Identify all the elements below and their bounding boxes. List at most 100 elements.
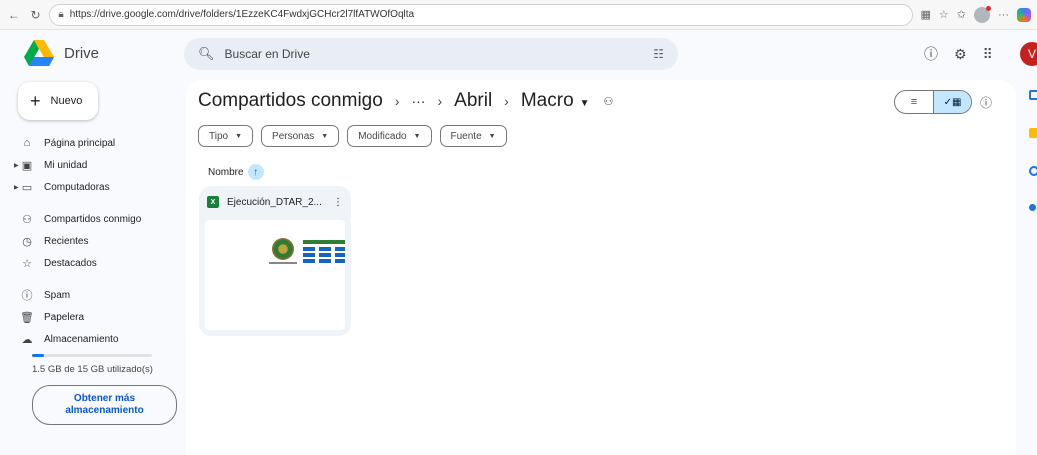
thumbnail-cell [335, 259, 345, 263]
arrow-up-icon[interactable]: ↑ [247, 164, 264, 180]
chevron-right-icon: › [504, 93, 509, 109]
search-bar[interactable]: 🔍︎ Buscar en Drive ☷ [184, 38, 678, 70]
file-name: Ejecución_DTAR_2... [227, 196, 322, 208]
sidebar-item-label: Página principal [44, 137, 116, 149]
breadcrumb-current[interactable]: Macro ▼ [521, 90, 590, 112]
filter-chips: Tipo ▼ Personas ▼ Modificado ▼ Fuente ▼ [198, 125, 507, 147]
breadcrumb-root[interactable]: Compartidos conmigo [198, 90, 383, 112]
sidebar-item-recent[interactable]: ◷ Recientes [20, 230, 180, 252]
clock-icon: ◷ [22, 235, 32, 248]
sidebar-item-starred[interactable]: ☆ Destacados [20, 252, 180, 274]
sidebar-item-label: Papelera [44, 311, 85, 323]
trash-icon: 🗑︎ [20, 311, 34, 324]
breadcrumb-current-label: Macro [520, 90, 574, 111]
more-vert-icon[interactable]: ⋮ [333, 197, 343, 208]
home-icon: ⌂ [23, 137, 31, 149]
sidebar-item-trash[interactable]: 🗑︎ Papelera [20, 306, 180, 328]
storage-usage-fill [32, 354, 44, 357]
thumbnail-cell [303, 247, 315, 251]
expand-arrow-icon[interactable]: ▶ [14, 184, 19, 191]
chip-label: Personas [272, 130, 315, 142]
user-avatar[interactable]: V [1020, 42, 1037, 66]
chip-label: Fuente [450, 130, 482, 142]
new-button[interactable]: + Nuevo [18, 82, 98, 120]
sidebar-item-label: Recientes [44, 235, 89, 247]
sidebar-item-label: Computadoras [44, 181, 110, 193]
search-options-icon[interactable]: ☷ [653, 47, 664, 61]
settings-gear-icon[interactable]: ⚙ [954, 46, 967, 63]
search-icon[interactable]: 🔍︎ [198, 46, 215, 62]
sidebar-nav: ⌂ Página principal ▶ ▣ Mi unidad ▶ ▭ Com… [14, 132, 180, 350]
file-card[interactable]: X Ejecución_DTAR_2... ⋮ [199, 186, 351, 336]
thumbnail-cell [335, 253, 345, 257]
chip-label: Modificado [358, 130, 407, 142]
sidebar-item-computers[interactable]: ▶ ▭ Computadoras [14, 176, 180, 198]
help-icon[interactable]: ⓘ [924, 44, 938, 64]
sidebar-item-my-drive[interactable]: ▶ ▣ Mi unidad [14, 154, 180, 176]
sidebar-item-storage[interactable]: ☁ Almacenamiento [20, 328, 180, 350]
grid-view-button[interactable]: ✓▦ [933, 91, 971, 113]
storage-usage-text: 1.5 GB de 15 GB utilizado(s) [32, 364, 153, 375]
chevron-down-icon: ▼ [413, 132, 421, 140]
get-more-storage-button[interactable]: Obtener más almacenamiento [32, 385, 177, 425]
filter-people-chip[interactable]: Personas ▼ [261, 125, 340, 147]
storage-usage-bar [32, 354, 152, 357]
filter-source-chip[interactable]: Fuente ▼ [439, 125, 507, 147]
lock-icon: 🔒︎ [58, 9, 64, 20]
sidebar-item-label: Compartidos conmigo [44, 213, 142, 225]
back-icon[interactable]: ← [6, 7, 22, 23]
sidebar-item-shared[interactable]: ⚇ Compartidos conmigo [20, 208, 180, 230]
address-bar[interactable]: 🔒︎ https://drive.google.com/drive/folder… [49, 3, 913, 26]
chevron-right-icon: › [437, 93, 443, 109]
chip-label: Tipo [209, 130, 229, 142]
spam-icon: ⓘ [21, 290, 33, 302]
list-view-button[interactable]: ≡ [895, 91, 933, 113]
file-card-header: X Ejecución_DTAR_2... ⋮ [199, 186, 351, 218]
tasks-icon[interactable] [1029, 166, 1037, 176]
more-options-icon[interactable]: ··· [998, 9, 1009, 21]
plus-icon: + [30, 90, 41, 111]
cloud-icon: ☁ [21, 333, 33, 346]
contacts-icon[interactable] [1029, 204, 1036, 211]
sidebar-item-label: Spam [44, 289, 71, 301]
computer-icon: ▭ [21, 181, 33, 194]
sidebar-item-label: Destacados [44, 257, 97, 269]
info-icon[interactable]: ⓘ [980, 94, 992, 111]
filter-type-chip[interactable]: Tipo ▼ [198, 125, 254, 147]
favorites-icon[interactable]: ✩ [957, 8, 966, 21]
keep-icon[interactable] [1029, 128, 1037, 138]
drive-logo-link[interactable]: Drive [24, 40, 99, 66]
chevron-down-icon: ▼ [321, 132, 329, 140]
my-drive-icon: ▣ [21, 159, 33, 172]
chevron-down-icon: ▼ [488, 132, 496, 140]
favorite-star-icon[interactable]: ☆ [939, 8, 949, 21]
shared-icon: ⚇ [22, 213, 32, 226]
sidebar-item-spam[interactable]: ⓘ Spam [20, 284, 180, 306]
expand-arrow-icon[interactable]: ▶ [14, 162, 19, 169]
shared-folder-icon: ⚇ [603, 95, 614, 108]
chevron-down-icon: ▼ [235, 132, 243, 140]
url-text: https://drive.google.com/drive/folders/1… [69, 9, 415, 20]
list-icon: ≡ [910, 96, 918, 108]
sidebar-item-home[interactable]: ⌂ Página principal [20, 132, 180, 154]
thumbnail-cell [319, 259, 331, 263]
apps-grid-icon[interactable]: ⠿ [983, 46, 993, 63]
reload-icon[interactable]: ↻ [28, 7, 44, 23]
sort-control[interactable]: Nombre ↑ [208, 164, 264, 180]
check-grid-icon: ✓▦ [943, 96, 962, 108]
chevron-right-icon: › [394, 93, 400, 109]
sort-label: Nombre [208, 166, 244, 178]
view-toggle: ≡ ✓▦ [894, 90, 972, 114]
breadcrumb: Compartidos conmigo › ··· › Abril › Macr… [198, 90, 613, 112]
copilot-icon[interactable] [1017, 7, 1031, 22]
breadcrumb-ellipsis[interactable]: ··· [411, 93, 425, 109]
sidebar-item-label: Mi unidad [44, 159, 88, 171]
browser-toolbar: ← ↻ 🔒︎ https://drive.google.com/drive/fo… [0, 0, 1037, 30]
browser-profile-icon[interactable] [974, 5, 991, 23]
app-name: Drive [64, 44, 100, 62]
filter-modified-chip[interactable]: Modificado ▼ [347, 125, 432, 147]
breadcrumb-parent[interactable]: Abril [454, 90, 492, 112]
calendar-icon[interactable] [1029, 90, 1037, 100]
search-placeholder: Buscar en Drive [224, 47, 310, 61]
reader-icon[interactable]: ▦ [921, 8, 931, 21]
